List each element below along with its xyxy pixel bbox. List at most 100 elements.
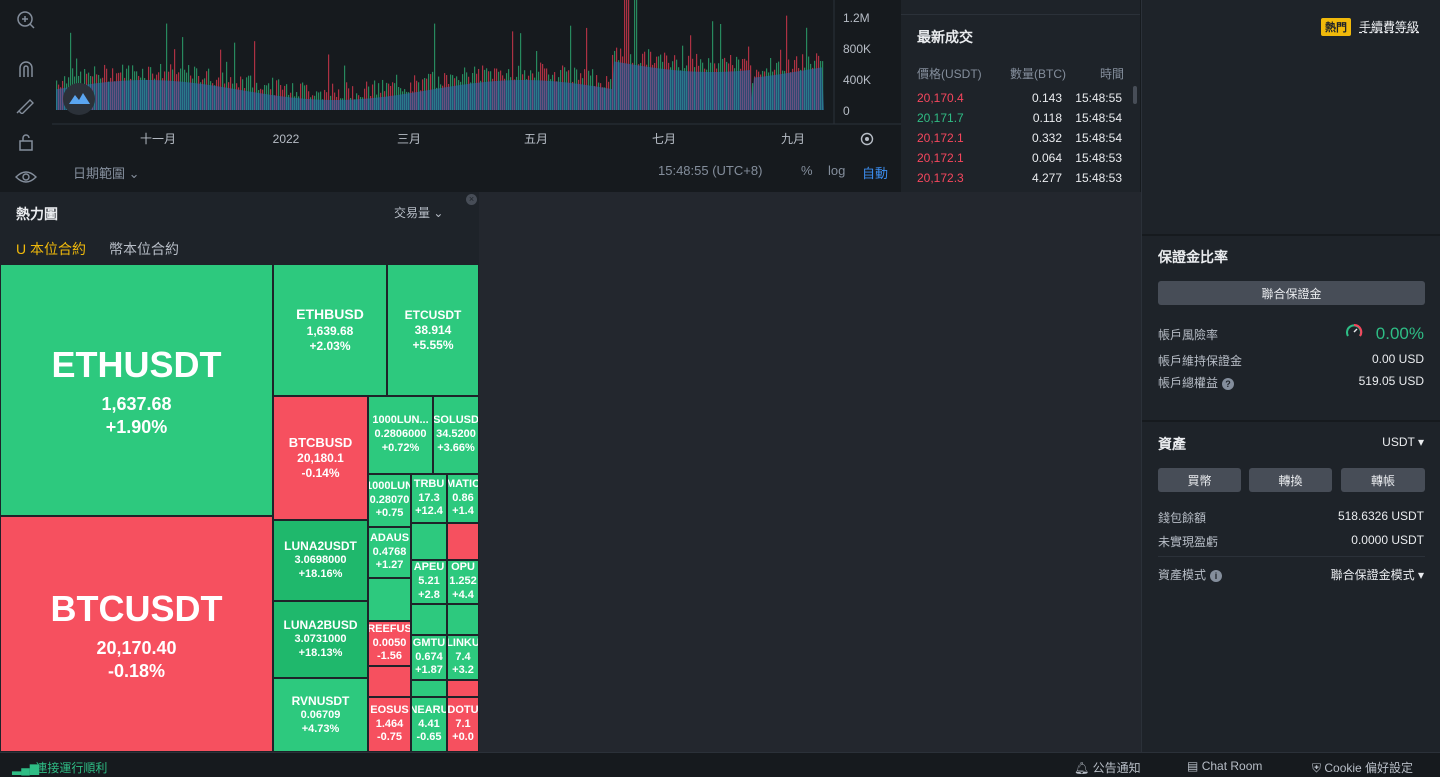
tab-coinm-futures[interactable]: 幣本位合約 bbox=[109, 239, 179, 259]
convert-button[interactable]: 轉換 bbox=[1249, 468, 1332, 492]
heatmap-tile-blank[interactable] bbox=[411, 523, 447, 560]
heatmap-metric-dropdown[interactable]: 交易量 ⌄ bbox=[394, 204, 443, 221]
chat-room-button[interactable]: ▤ Chat Room bbox=[1187, 759, 1262, 773]
tile-price: 0.28070 bbox=[369, 493, 410, 506]
cookie-settings-button[interactable]: ⛨ Cookie 偏好設定 bbox=[1312, 759, 1413, 776]
transfer-button[interactable]: 轉帳 bbox=[1341, 468, 1425, 492]
joint-margin-button[interactable]: 聯合保證金 bbox=[1158, 281, 1425, 305]
chat-icon: ▤ bbox=[1187, 759, 1199, 773]
settings-icon[interactable] bbox=[860, 132, 874, 146]
eye-icon[interactable] bbox=[13, 164, 39, 190]
unrealized-pnl-label: 未實現盈虧 bbox=[1158, 535, 1219, 549]
lock-icon[interactable] bbox=[13, 129, 39, 155]
x-axis-label: 三月 bbox=[397, 132, 421, 146]
status-bar: ▂▄▆ 連接運行順利 🔔︎ 公告通知 ▤ Chat Room ⛨ Cookie … bbox=[0, 752, 1440, 777]
tile-change: +0.72% bbox=[381, 441, 420, 454]
connection-status: ▂▄▆ 連接運行順利 bbox=[12, 761, 108, 775]
heatmap-tile[interactable]: EOSUS 1.464 -0.75 bbox=[368, 697, 411, 752]
date-range-dropdown[interactable]: 日期範圍 ⌄ bbox=[73, 163, 140, 182]
info-icon[interactable]: i bbox=[1210, 569, 1223, 582]
heatmap-tile-blank[interactable] bbox=[411, 604, 447, 635]
tile-change: +2.03% bbox=[309, 338, 351, 353]
trade-row: 20,172.1 0.332 15:48:54 bbox=[901, 131, 1140, 151]
tile-symbol: LUNA2BUSD bbox=[283, 618, 358, 633]
tab-usdm-futures[interactable]: U 本位合約 bbox=[16, 239, 86, 259]
trade-price: 20,172.1 bbox=[917, 151, 964, 165]
heatmap-tile[interactable]: APEU 5.21 +2.8 bbox=[411, 560, 447, 604]
announcements-button[interactable]: 🔔︎ 公告通知 bbox=[1074, 759, 1141, 776]
heatmap-tile-blank[interactable] bbox=[368, 666, 411, 697]
tile-symbol: BTCBUSD bbox=[288, 434, 353, 450]
time-column-header: 時間 bbox=[1100, 67, 1125, 81]
heatmap-tile[interactable]: DOTU 7.1 +0.0 bbox=[447, 697, 479, 752]
heatmap-tile[interactable]: ETHUSDT 1,637.68 +1.90% bbox=[0, 264, 273, 516]
tile-symbol: LINKU bbox=[447, 636, 479, 649]
asset-mode-dropdown[interactable]: 聯合保證金模式 ▾ bbox=[1331, 566, 1424, 583]
trade-qty: 0.332 bbox=[1031, 131, 1062, 145]
x-axis-label: 九月 bbox=[781, 132, 805, 146]
heatmap-tile[interactable]: MATIC 0.86 +1.4 bbox=[447, 474, 479, 523]
tile-price: 0.2806000 bbox=[374, 428, 427, 441]
heatmap-tile[interactable]: GMTU 0.674 +1.87 bbox=[411, 635, 447, 680]
buy-crypto-button[interactable]: 買幣 bbox=[1158, 468, 1241, 492]
qty-column-header: 數量(BTC) bbox=[1010, 67, 1066, 81]
heatmap-tile[interactable]: NEARU 4.41 -0.65 bbox=[411, 697, 447, 752]
wallet-balance-label: 錢包餘額 bbox=[1158, 511, 1207, 525]
tile-price: 1.252 bbox=[449, 575, 477, 588]
heatmap-tile[interactable]: TRBU 17.3 +12.4 bbox=[411, 474, 447, 523]
measure-pencil-icon[interactable] bbox=[13, 91, 39, 117]
heatmap-tile[interactable]: SOLUSD 34.5200 +3.66% bbox=[433, 396, 479, 474]
heatmap-tile[interactable]: REEFUS 0.0050 -1.56 bbox=[368, 621, 411, 666]
asset-currency-dropdown[interactable]: USDT ▾ bbox=[1382, 435, 1424, 449]
tile-change: +0.0 bbox=[452, 731, 474, 744]
tile-price: 0.4768 bbox=[372, 545, 407, 558]
heatmap-tile[interactable]: BTCUSDT 20,170.40 -0.18% bbox=[0, 516, 273, 752]
volume-chart[interactable]: 1.2M800K400K0 十一月2022三月五月七月九月 ‹ 日期範圍 ⌄ 1… bbox=[52, 0, 901, 192]
tile-symbol: EOSUS bbox=[370, 703, 409, 716]
tile-price: 17.3 bbox=[418, 491, 440, 504]
bell-icon: 🔔︎ bbox=[1074, 761, 1090, 775]
help-icon[interactable]: ? bbox=[1222, 377, 1235, 390]
risk-label: 帳戶風險率 bbox=[1158, 328, 1219, 342]
margin-ratio-title: 保證金比率 bbox=[1158, 249, 1228, 265]
heatmap-tile-blank[interactable] bbox=[447, 523, 479, 560]
tile-change: +1.90% bbox=[105, 416, 168, 437]
heatmap-tile[interactable]: LUNA2USDT 3.0698000 +18.16% bbox=[273, 520, 368, 601]
auto-scale-button[interactable]: 自動 bbox=[862, 163, 888, 182]
log-scale-button[interactable]: log bbox=[828, 163, 845, 178]
heatmap-tile[interactable]: OPU 1.252 +4.4 bbox=[447, 560, 479, 604]
heatmap-tile[interactable]: BTCBUSD 20,180.1 -0.14% bbox=[273, 396, 368, 520]
magnet-icon[interactable] bbox=[13, 56, 39, 82]
tile-symbol: OPU bbox=[451, 561, 475, 574]
tile-price: 5.21 bbox=[418, 575, 440, 588]
heatmap-tile[interactable]: 1000LUN... 0.2806000 +0.72% bbox=[368, 396, 433, 474]
zoom-in-icon[interactable] bbox=[13, 7, 39, 33]
heatmap-tile-blank[interactable] bbox=[447, 680, 479, 697]
heatmap-tile[interactable]: 1000LUN 0.28070 +0.75 bbox=[368, 474, 411, 527]
tile-symbol: LUNA2USDT bbox=[284, 539, 357, 554]
heatmap-tile[interactable]: ETCUSDT 38.914 +5.55% bbox=[387, 264, 479, 396]
tile-symbol: ETHBUSD bbox=[296, 306, 364, 323]
heatmap-tile-blank[interactable] bbox=[411, 680, 447, 697]
trade-time: 15:48:53 bbox=[1075, 151, 1122, 165]
trades-scrollbar[interactable] bbox=[1133, 86, 1137, 104]
heatmap-tile[interactable]: LINKU 7.4 +3.2 bbox=[447, 635, 479, 680]
heatmap-tile[interactable]: ADAUS 0.4768 +1.27 bbox=[368, 527, 411, 578]
caret-down-icon: ▾ bbox=[1417, 568, 1424, 582]
percent-scale-button[interactable]: % bbox=[801, 163, 813, 178]
heatmap-tile[interactable]: ETHBUSD 1,639.68 +2.03% bbox=[273, 264, 387, 396]
tile-symbol: ETCUSDT bbox=[404, 307, 462, 322]
tile-symbol: 1000LUN bbox=[368, 479, 411, 492]
heatmap-tile[interactable]: LUNA2BUSD 3.0731000 +18.13% bbox=[273, 601, 368, 678]
assets-title: 資產 bbox=[1158, 436, 1186, 452]
heatmap-tile-blank[interactable] bbox=[368, 578, 411, 621]
tile-change: +18.16% bbox=[298, 568, 343, 580]
tile-price: 7.4 bbox=[455, 650, 471, 663]
fee-level-link[interactable]: 手續費等級 bbox=[1359, 18, 1419, 35]
tile-price: 4.41 bbox=[418, 717, 440, 730]
heatmap-tile-blank[interactable] bbox=[447, 604, 479, 635]
close-icon[interactable]: × bbox=[466, 194, 477, 205]
tile-price: 3.0698000 bbox=[294, 554, 347, 567]
equity-label: 帳戶總權益? bbox=[1158, 374, 1235, 391]
heatmap-tile[interactable]: RVNUSDT 0.06709 +4.73% bbox=[273, 678, 368, 752]
